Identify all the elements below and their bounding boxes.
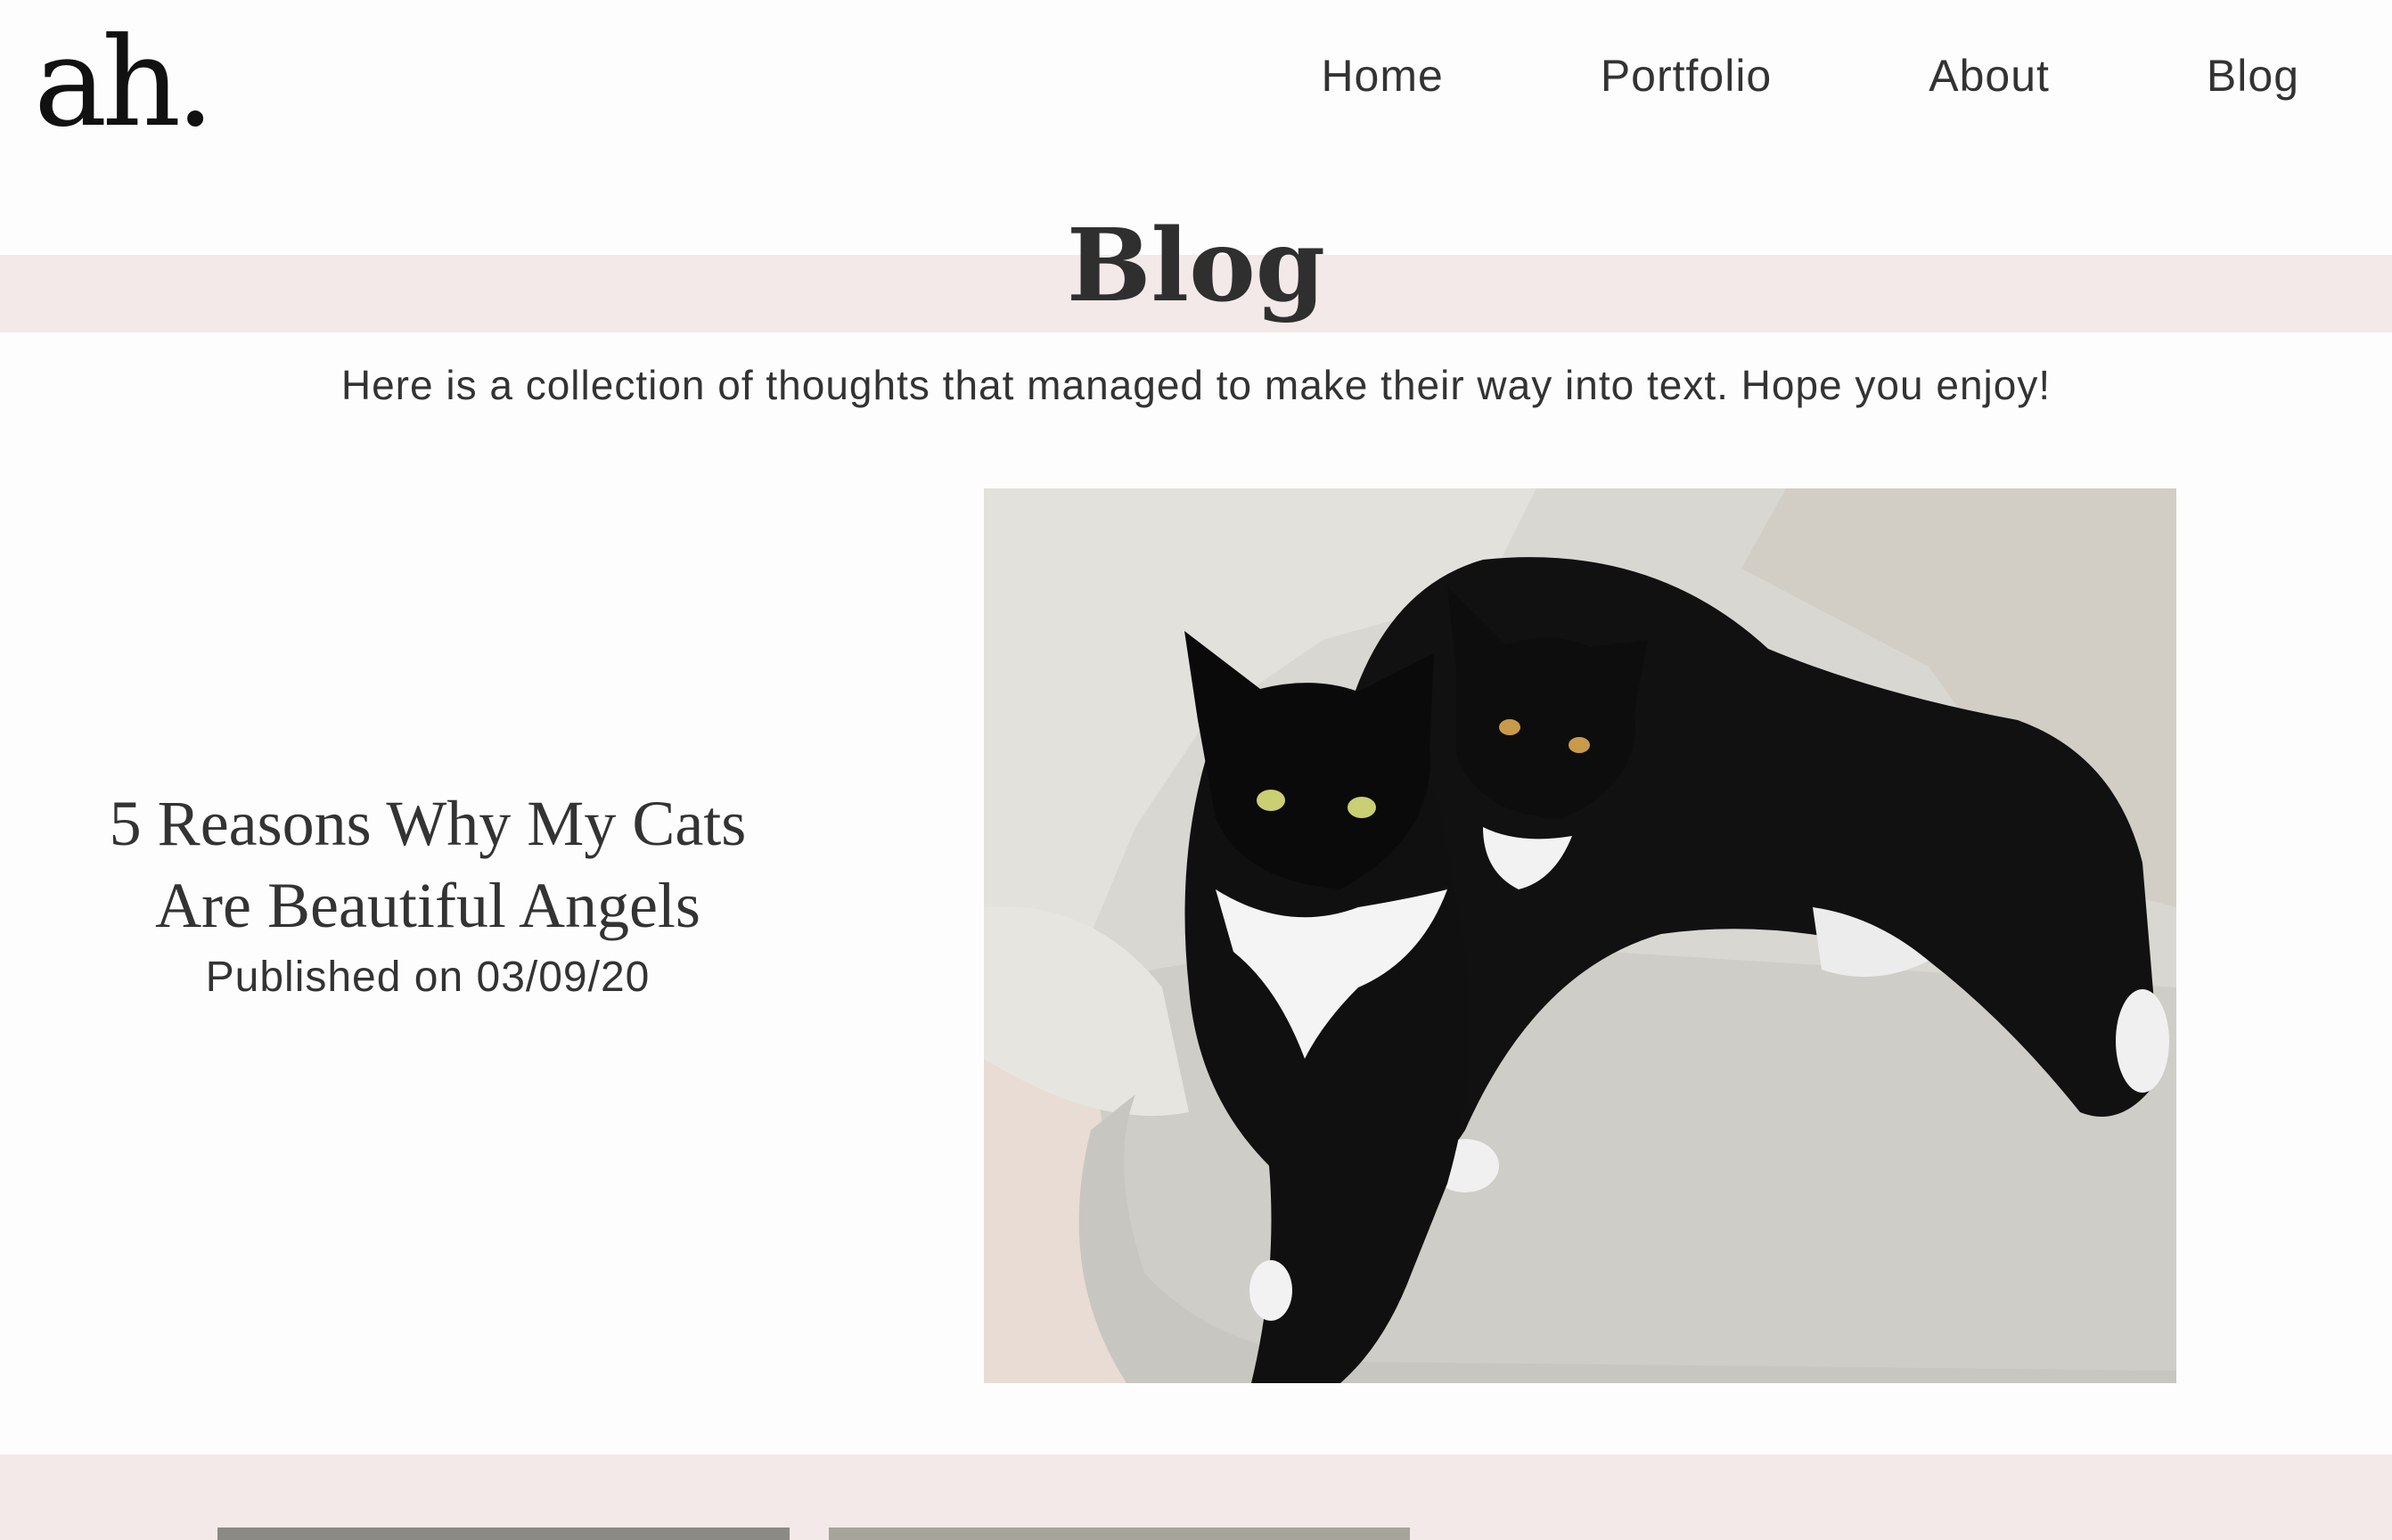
blog-post-text: 5 Reasons Why My Cats Are Beautiful Ange… [107, 782, 749, 1005]
nav-home-link[interactable]: Home [1321, 53, 1443, 98]
main-nav: Home Portfolio About Blog [1321, 53, 2299, 98]
page-title: Blog [1066, 208, 1326, 324]
nav-about-link[interactable]: About [1929, 53, 2050, 98]
next-post-image-right[interactable] [829, 1528, 1410, 1540]
page-intro: Here is a collection of thoughts that ma… [340, 362, 2052, 408]
blog-post-date: Published on 03/09/20 [205, 954, 651, 1001]
cats-photo [984, 488, 2176, 1383]
next-post-image-left[interactable] [217, 1528, 790, 1540]
blog-post-image[interactable] [984, 488, 2176, 1383]
page: ah. Home Portfolio About Blog Blog Here … [0, 0, 2392, 1540]
nav-blog-link[interactable]: Blog [2207, 53, 2299, 98]
site-logo[interactable]: ah. [34, 21, 215, 144]
blog-post-title[interactable]: 5 Reasons Why My Cats Are Beautiful Ange… [107, 782, 749, 946]
nav-portfolio-link[interactable]: Portfolio [1601, 53, 1772, 98]
